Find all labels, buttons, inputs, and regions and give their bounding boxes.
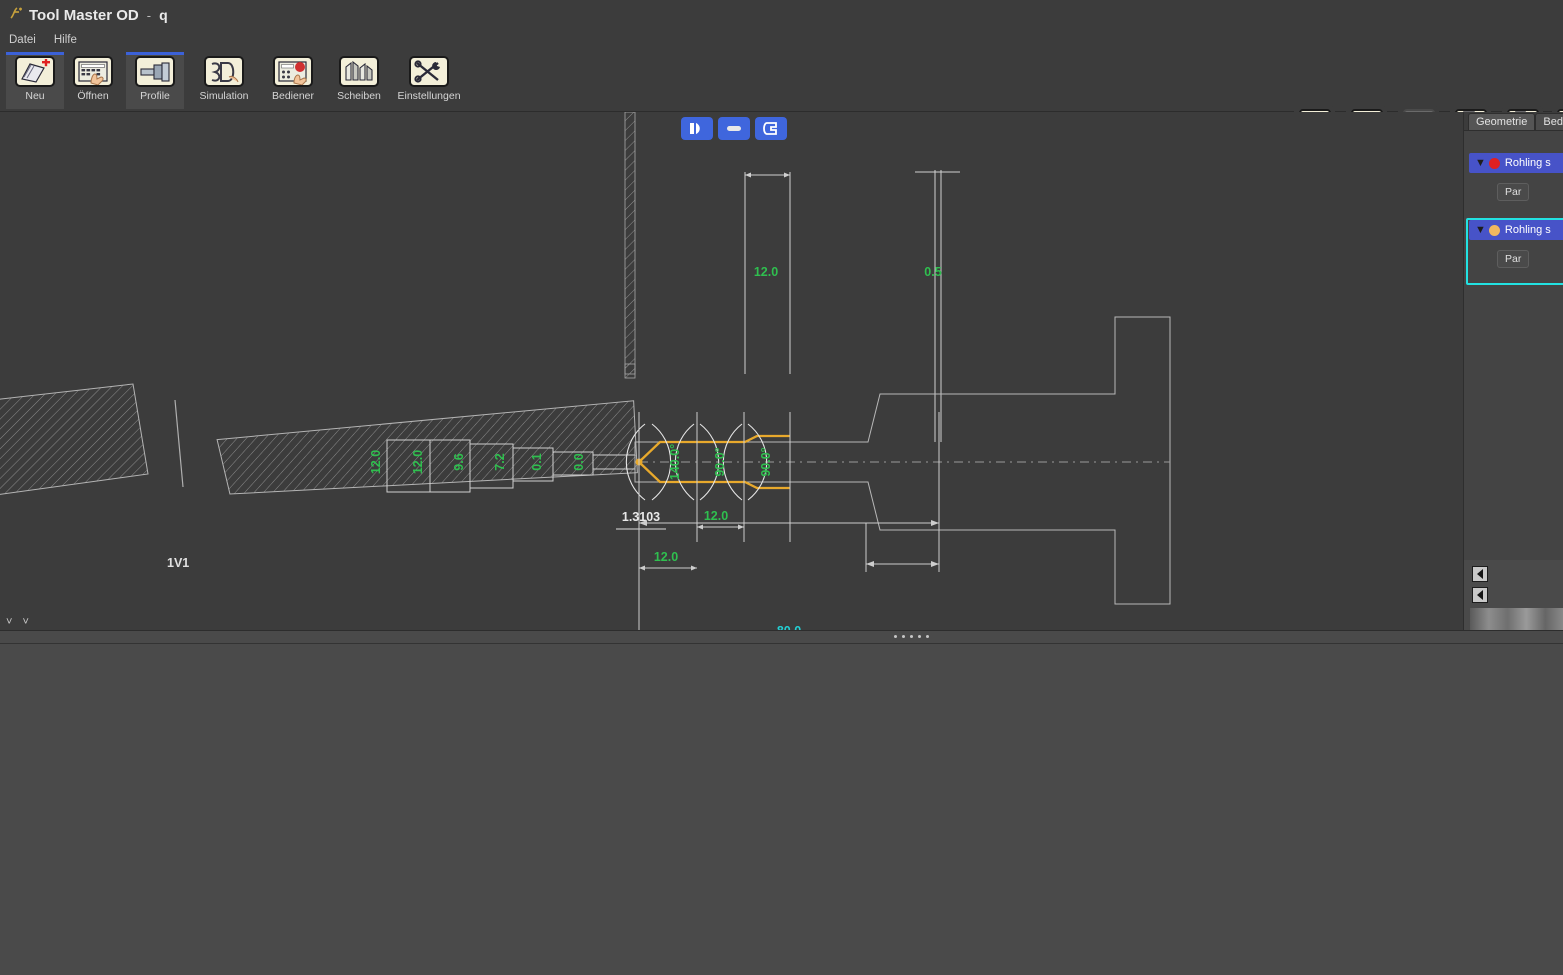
tree-item-actions-2: Par xyxy=(1469,249,1563,268)
left-arrow-icon xyxy=(1477,569,1483,579)
toolbar-label-simulation: Simulation xyxy=(199,90,248,102)
toolbar-button-neu[interactable]: Neu xyxy=(6,52,64,109)
toolbar-label-neu: Neu xyxy=(25,90,44,102)
menu-datei[interactable]: Datei xyxy=(9,34,36,46)
tab-bediener[interactable]: Bedi xyxy=(1535,113,1563,130)
dimension-label: 12.0 xyxy=(654,550,678,564)
panel-collapse-controls: ˅ ˅ xyxy=(6,617,29,627)
wheel-strip-preview xyxy=(1470,608,1563,630)
toolbar-button-scheiben[interactable]: Scheiben xyxy=(330,52,388,109)
dimension-label: 0.0 xyxy=(572,453,586,470)
toolbar-button-simulation[interactable]: Simulation xyxy=(195,52,253,109)
grinding-wheels-icon xyxy=(339,56,379,87)
tree-item-rohling-2[interactable]: ▼ Rohling s Par xyxy=(1469,220,1563,268)
tree-item-actions-1: Par xyxy=(1469,182,1563,201)
toolbar-label-offnen: Öffnen xyxy=(77,90,108,102)
toolbar-button-einstellungen[interactable]: Einstellungen xyxy=(400,52,458,109)
chevron-down-icon[interactable]: ▼ xyxy=(1475,224,1484,236)
toolbar-button-bediener[interactable]: Bediener xyxy=(264,52,322,109)
dock-tab-bar: Geometrie Bedi xyxy=(1464,112,1563,130)
status-dot-red xyxy=(1489,158,1500,169)
dimension-label: 0.5 xyxy=(924,265,941,279)
view-side-icon xyxy=(725,121,743,136)
dimension-label: 12.0 xyxy=(704,509,728,523)
toolbar-label-bediener: Bediener xyxy=(272,90,314,102)
status-dot-orange xyxy=(1489,225,1500,236)
view-outline-button[interactable] xyxy=(755,117,787,140)
nav-left-button-1[interactable] xyxy=(1472,566,1488,582)
toolbar-label-scheiben: Scheiben xyxy=(337,90,381,102)
toolbar-label-profile: Profile xyxy=(140,90,170,102)
menu-hilfe[interactable]: Hilfe xyxy=(54,34,77,46)
tree-item-label-1: Rohling s xyxy=(1505,157,1551,169)
title-separator: - xyxy=(145,8,153,23)
right-dock-panel: Geometrie Bedi ▼ Rohling s Par ▼ Rohlin xyxy=(1463,112,1563,630)
toolbar-button-profile[interactable]: Profile xyxy=(126,52,184,109)
toolbar-button-offnen[interactable]: Öffnen xyxy=(64,52,122,109)
view-tip-button[interactable] xyxy=(681,117,713,140)
dimension-label: 90.0° xyxy=(713,447,727,476)
app-logo-icon xyxy=(8,6,23,25)
dock-navigation xyxy=(1464,560,1563,630)
view-tip-icon xyxy=(688,121,706,136)
tree-item-header-2[interactable]: ▼ Rohling s xyxy=(1469,220,1563,240)
dimension-label: 7.2 xyxy=(493,453,507,470)
toolbar-label-einstellungen: Einstellungen xyxy=(397,90,460,102)
grinding-wheel-left xyxy=(0,384,637,502)
chevron-down-icon[interactable]: ▼ xyxy=(1475,157,1484,169)
collapse-down-chevron-icon[interactable]: ˅ xyxy=(22,617,28,627)
dimension-label: 12.0 xyxy=(369,450,383,474)
tree-item-rohling-1[interactable]: ▼ Rohling s Par xyxy=(1469,153,1563,201)
title-bar: Tool Master OD - q xyxy=(0,0,1563,30)
dimension-label: 0.1 xyxy=(530,453,544,470)
view-outline-icon xyxy=(762,121,780,136)
svg-text:1V1: 1V1 xyxy=(167,556,189,570)
3d-simulation-icon xyxy=(204,56,244,87)
profile-tool-icon xyxy=(135,56,175,87)
menu-bar: Datei Hilfe xyxy=(0,30,1563,49)
parameter-button-2[interactable]: Par xyxy=(1497,250,1529,268)
dimension-label: 9.6 xyxy=(452,453,466,470)
left-arrow-2-icon xyxy=(1477,590,1483,600)
new-document-icon xyxy=(15,56,55,87)
collapse-up-chevron-icon[interactable]: ˅ xyxy=(6,617,12,627)
nav-left-button-2[interactable] xyxy=(1472,587,1488,603)
dimension-label: 90.0° xyxy=(759,447,773,476)
operator-keypad-icon xyxy=(273,56,313,87)
parameter-button-1[interactable]: Par xyxy=(1497,183,1529,201)
dock-tree: ▼ Rohling s Par ▼ Rohling s Par xyxy=(1464,130,1563,560)
drawing-canvas[interactable]: 12.0 0.5 12.0 12.0 9.6 7.2 0.1 0.0 140.0° 90.0° 90… xyxy=(0,112,1463,630)
open-folder-icon xyxy=(73,56,113,87)
main-toolbar: Neu Öffnen Profile xyxy=(0,49,1563,112)
tab-geometrie[interactable]: Geometrie xyxy=(1468,113,1535,130)
view-mode-buttons xyxy=(681,117,787,140)
splitter-grip[interactable] xyxy=(894,635,929,638)
dimension-label: 140.0° xyxy=(668,444,682,480)
dimension-label: 12.0 xyxy=(754,265,778,279)
tree-item-header-1[interactable]: ▼ Rohling s xyxy=(1469,153,1563,173)
parameters-panel: Stirn Spitze ▾ Anza xyxy=(0,644,1563,975)
view-side-button[interactable] xyxy=(718,117,750,140)
horizontal-splitter[interactable] xyxy=(0,630,1563,644)
dimension-label: 1.3103 xyxy=(622,510,660,524)
tree-item-label-2: Rohling s xyxy=(1505,224,1551,236)
document-name: q xyxy=(159,7,168,23)
app-title: Tool Master OD xyxy=(29,7,139,24)
settings-tools-icon xyxy=(409,56,449,87)
dimension-label: 12.0 xyxy=(411,450,425,474)
